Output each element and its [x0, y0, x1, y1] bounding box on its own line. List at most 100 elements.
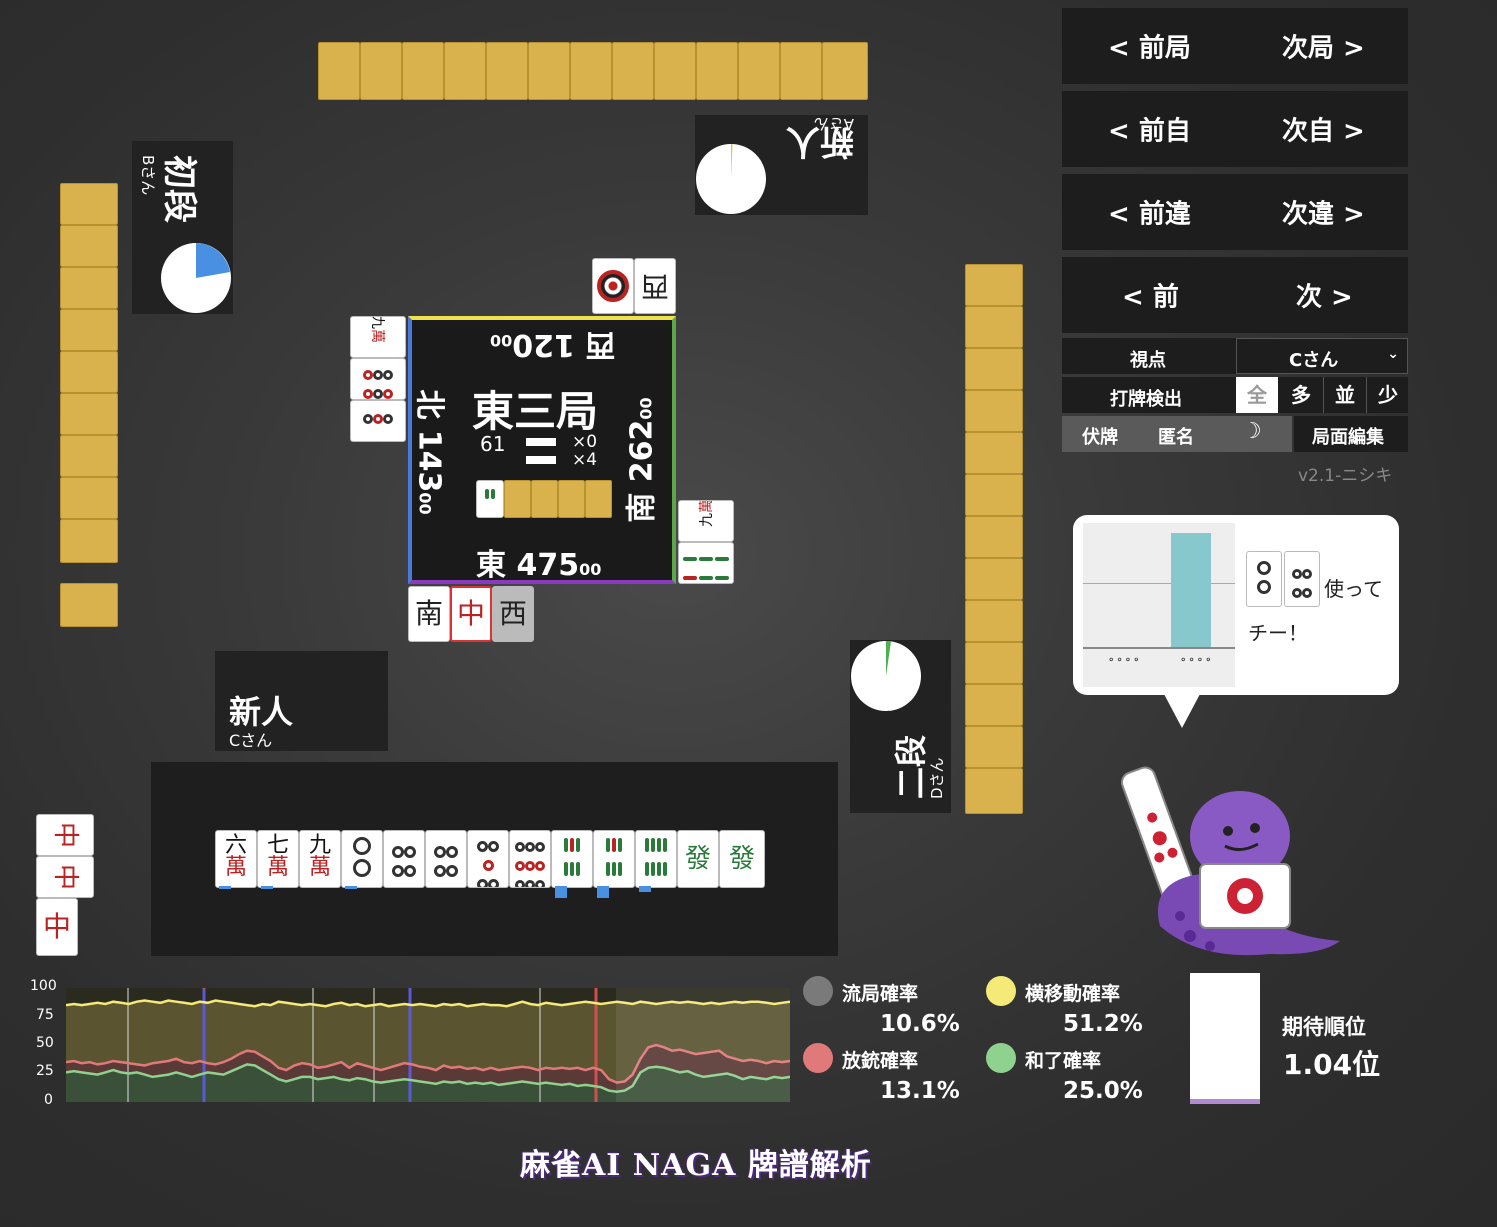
legend-houju-dot	[803, 1043, 833, 1073]
left-discard-pin7	[350, 358, 406, 400]
legend-yoko-label: 横移動確率	[1025, 983, 1121, 1005]
meld-chun-3: 中	[36, 898, 78, 956]
left-player-hand-back	[60, 183, 118, 627]
viewpoint-label: 視点	[1130, 350, 1166, 371]
viewpoint-value: Cさん	[1289, 350, 1339, 371]
self-discard-west: 西	[492, 586, 534, 642]
next-diff-button[interactable]: 次違 >	[1282, 194, 1365, 231]
right-discard-sou	[678, 542, 734, 584]
prev-round-button[interactable]: < 前局	[1108, 28, 1191, 65]
naga-logo: 麻雀AI NAGA 牌譜解析	[520, 1148, 872, 1183]
hand-tile[interactable]	[593, 830, 635, 888]
advice-chart-bar	[1171, 533, 1211, 647]
hand-tile[interactable]	[635, 830, 677, 888]
nav-row-self: < 前自 次自 >	[1062, 91, 1408, 167]
board-edit-button[interactable]: 局面編集	[1294, 416, 1408, 452]
advice-bubble: ⚬⚬⚬⚬ ⚬⚬⚬⚬ 使って チー！	[1073, 515, 1399, 695]
prob-graph: 100 75 50 25 0	[22, 978, 792, 1108]
y-tick-75: 75	[36, 1007, 54, 1023]
y-tick-100: 100	[30, 978, 57, 994]
legend-yoko-dot	[986, 976, 1016, 1006]
hand-tile[interactable]	[341, 830, 383, 888]
y-tick-0: 0	[44, 1092, 53, 1108]
left-player-rank: 初段	[159, 155, 199, 223]
future-shade	[616, 988, 790, 1102]
hand-tile[interactable]	[383, 830, 425, 888]
riichi-count: ×4	[572, 450, 598, 470]
legend-agari-dot	[986, 1043, 1016, 1073]
self-hand: 六萬 七萬 九萬 發 發	[215, 830, 767, 888]
nav-row-step: < 前 次 >	[1062, 257, 1408, 333]
legend-ryukyoku-value: 10.6%	[880, 1011, 960, 1037]
top-player-hand-back	[318, 42, 868, 100]
east-wind: 東	[476, 548, 506, 583]
nav-panel: < 前局 次局 > < 前自 次自 > < 前違 次違 > < 前 次 >	[1062, 8, 1408, 333]
self-discard-south: 南	[408, 586, 450, 642]
self-discard-chun: 中	[450, 586, 492, 642]
prev-step-button[interactable]: < 前	[1122, 277, 1179, 314]
top-player-pie	[696, 143, 766, 214]
y-tick-50: 50	[36, 1035, 54, 1051]
hand-eval-bar	[261, 886, 273, 889]
hide-tiles-toggle[interactable]: 伏牌	[1082, 423, 1118, 449]
advice-tile-pin2	[1246, 551, 1282, 607]
detect-option-many[interactable]: 多	[1280, 377, 1322, 413]
hand-tile[interactable]	[551, 830, 593, 888]
legend-ryukyoku-dot	[803, 976, 833, 1006]
nav-row-diff: < 前違 次違 >	[1062, 174, 1408, 250]
expected-rank-label: 期待順位	[1282, 1015, 1366, 1039]
next-round-button[interactable]: 次局 >	[1282, 28, 1365, 65]
right-player-pie	[851, 641, 921, 711]
right-player-hand-back	[965, 264, 1023, 814]
hand-tile[interactable]	[509, 830, 551, 888]
right-player-panel: 二段 Dさん	[850, 640, 951, 813]
detect-option-all[interactable]: 全	[1236, 377, 1278, 413]
right-discard-9wan: 九萬	[678, 500, 734, 542]
toggle-row: 伏牌 匿名 ☽ 局面編集	[1062, 416, 1408, 452]
top-discard-pin1	[592, 258, 634, 314]
prev-diff-button[interactable]: < 前違	[1108, 194, 1191, 231]
west-score-sub: 00	[490, 331, 513, 350]
self-player-name: Cさん	[229, 731, 273, 750]
left-player-panel: 初段 Bさん	[132, 141, 233, 314]
viewpoint-select[interactable]: Cさん ⌄	[1236, 338, 1408, 374]
left-discard-pin3	[350, 400, 406, 442]
advice-text-2: チー！	[1248, 621, 1308, 645]
naga-mascot	[1120, 766, 1340, 956]
expected-rank-value: 1.04位	[1283, 1048, 1381, 1081]
anonymous-toggle[interactable]: 匿名	[1158, 423, 1194, 449]
detect-option-normal[interactable]: 並	[1323, 377, 1366, 413]
north-score: 143	[411, 429, 447, 493]
center-board: 西 12000 北 14300 南 26200 東 47500 東三局 61 ×…	[408, 316, 676, 584]
next-self-button[interactable]: 次自 >	[1282, 111, 1365, 148]
detect-option-few[interactable]: 少	[1366, 377, 1409, 413]
hand-tile[interactable]: 發	[719, 830, 765, 888]
nav-row-round: < 前局 次局 >	[1062, 8, 1408, 84]
expected-rank-bar	[1190, 973, 1260, 1104]
left-discard-9wan: 九萬	[350, 316, 406, 358]
legend-ryukyoku-label: 流局確率	[842, 983, 919, 1005]
top-player-name: Aさん	[813, 115, 854, 133]
right-player-name: Dさん	[928, 757, 946, 799]
left-player-name: Bさん	[139, 155, 157, 196]
hand-eval-bars	[215, 886, 767, 900]
hand-tile[interactable]: 六萬	[215, 830, 257, 888]
moon-icon[interactable]: ☽	[1242, 419, 1262, 444]
south-wind: 南	[624, 492, 660, 523]
round-title: 東三局	[472, 387, 599, 436]
hand-tile[interactable]: 七萬	[257, 830, 299, 888]
top-discard-west: 西	[634, 258, 676, 314]
detect-row: 打牌検出 全 多 並 少	[1062, 377, 1408, 413]
hand-tile[interactable]	[425, 830, 467, 888]
dora-indicator	[476, 480, 614, 518]
prob-graph-plot	[66, 988, 790, 1102]
advice-text-1: 使って	[1324, 577, 1383, 601]
hand-tile[interactable]: 發	[677, 830, 719, 888]
next-step-button[interactable]: 次 >	[1296, 277, 1353, 314]
viewpoint-row: 視点 Cさん ⌄	[1062, 338, 1408, 374]
remaining-tiles: 61	[480, 432, 506, 456]
prev-self-button[interactable]: < 前自	[1108, 111, 1191, 148]
hand-tile[interactable]	[467, 830, 509, 888]
meld-chun-2: 中	[36, 856, 94, 898]
hand-tile[interactable]: 九萬	[299, 830, 341, 888]
